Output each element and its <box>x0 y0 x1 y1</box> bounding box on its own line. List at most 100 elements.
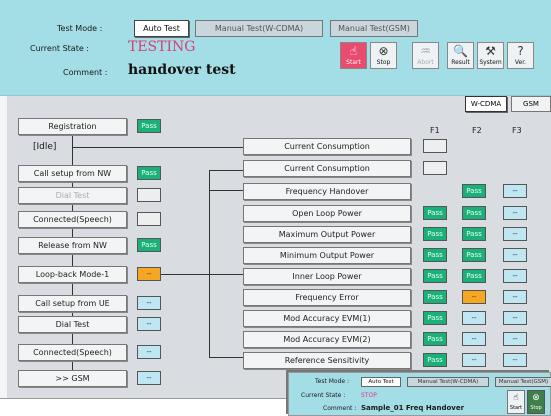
version-button[interactable]: ? Ver. <box>507 42 534 69</box>
column-f2-header: F2 <box>472 126 482 135</box>
measurement-f3-status-badge: -- <box>503 184 527 198</box>
inset-comment-label: Comment : <box>323 405 357 412</box>
stop-icon: ⊗ <box>378 44 389 58</box>
connected-speech-1-status-badge <box>137 212 161 226</box>
measurement-item[interactable]: Reference Sensitivity <box>243 352 411 369</box>
registration-status-badge: Pass <box>137 119 161 133</box>
mode-manual-wcdma-button[interactable]: Manual Test(W-CDMA) <box>195 20 323 37</box>
loopback-connector <box>155 274 243 275</box>
release-from-nw-step[interactable]: Release from NW <box>18 237 127 254</box>
tab-wcdma[interactable]: W-CDMA <box>465 96 507 112</box>
measurement-f2-status-badge: Pass <box>462 206 486 220</box>
bracket-handover-tick <box>209 190 243 191</box>
loopback-status-badge: -- <box>137 267 161 281</box>
measurement-f2-status-badge: Pass <box>462 269 486 283</box>
measurement-f3-status-badge: -- <box>503 248 527 262</box>
measurement-f1-status-badge <box>423 139 447 153</box>
inset-comment-value: Sample_01 Freq Handover <box>361 404 465 412</box>
measurement-item[interactable]: Frequency Handover <box>243 183 411 200</box>
current-state-label: Current State : <box>30 44 90 53</box>
call-setup-ue-status-badge: -- <box>137 296 161 310</box>
inset-mode-wcdma-button[interactable]: Manual Test(W-CDMA) <box>407 377 489 387</box>
measurement-f1-status-badge: Pass <box>423 227 447 241</box>
inset-stop-button[interactable]: ⊗ Stop <box>527 390 545 414</box>
column-f3-header: F3 <box>512 126 522 135</box>
start-button[interactable]: ☝ Start <box>340 42 367 69</box>
system-icon: ⚒ <box>485 44 496 58</box>
measurement-item[interactable]: Mod Accuracy EVM(1) <box>243 310 411 327</box>
release-nw-status-badge: Pass <box>137 238 161 252</box>
measurement-f2-status-badge: -- <box>462 290 486 304</box>
inset-mode-auto-button[interactable]: Auto Test <box>361 377 401 387</box>
result-icon: 🔍 <box>453 44 468 58</box>
gsm-inset-window: Test Mode : Auto Test Manual Test(W-CDMA… <box>288 372 551 416</box>
measurement-f3-status-badge: -- <box>503 332 527 346</box>
middle-bracket-line <box>209 170 210 357</box>
hand-pointer-icon: ☝ <box>349 44 358 58</box>
measurement-f2-status-badge: Pass <box>462 184 486 198</box>
measurement-f2-status-badge: -- <box>462 332 486 346</box>
dial-test-step-2[interactable]: Dial Test <box>18 316 127 333</box>
measurement-item[interactable]: Frequency Error <box>243 289 411 306</box>
call-setup-from-nw-step[interactable]: Call setup from NW <box>18 165 127 182</box>
measurement-f1-status-badge: Pass <box>423 269 447 283</box>
measurement-f2-status-badge: Pass <box>462 227 486 241</box>
connected-speech-step-2[interactable]: Connected(Speech) <box>18 344 127 361</box>
measurement-f3-status-badge: -- <box>503 227 527 241</box>
measurement-f1-status-badge: Pass <box>423 311 447 325</box>
mode-manual-gsm-button[interactable]: Manual Test(GSM) <box>330 20 418 37</box>
inset-stop-icon: ⊗ <box>532 393 540 403</box>
system-button[interactable]: ⚒ System <box>477 42 504 69</box>
left-frame <box>0 96 7 416</box>
measurement-item[interactable]: Open Loop Power <box>243 205 411 222</box>
call-setup-from-ue-step[interactable]: Call setup from UE <box>18 295 127 312</box>
measurement-item[interactable]: Maximum Output Power <box>243 226 411 243</box>
test-mode-label: Test Mode : <box>57 24 103 33</box>
inset-mode-label: Test Mode : <box>315 378 349 385</box>
abort-icon: ♒ <box>420 44 431 58</box>
measurement-f1-status-badge <box>423 161 447 175</box>
measurement-f1-status-badge: Pass <box>423 332 447 346</box>
stop-button[interactable]: ⊗ Stop <box>370 42 397 69</box>
dial-test-2-status-badge: -- <box>137 317 161 331</box>
idle-connector <box>73 147 243 148</box>
dial-test-1-status-badge <box>137 188 161 202</box>
help-icon: ? <box>517 44 524 58</box>
measurement-f2-status-badge: -- <box>462 353 486 367</box>
loopback-mode-step[interactable]: Loop-back Mode-1 <box>18 266 127 283</box>
tab-gsm[interactable]: GSM <box>511 96 551 112</box>
go-to-gsm-step[interactable]: >> GSM <box>18 370 127 387</box>
column-f1-header: F1 <box>430 126 440 135</box>
inset-start-button[interactable]: ☝ Start <box>507 390 525 414</box>
result-button[interactable]: 🔍 Result <box>447 42 474 69</box>
abort-button[interactable]: ♒ Abort <box>412 42 439 69</box>
measurement-f1-status-badge: Pass <box>423 290 447 304</box>
inset-state-label: Current State : <box>301 392 346 399</box>
registration-step[interactable]: Registration <box>18 118 127 135</box>
connected-speech-2-status-badge: -- <box>137 345 161 359</box>
call-setup-nw-status-badge: Pass <box>137 166 161 180</box>
measurement-item[interactable]: Current Consumption <box>243 138 411 155</box>
header-panel: Test Mode : Auto Test Manual Test(W-CDMA… <box>0 0 551 96</box>
current-state-value: TESTING <box>128 39 196 55</box>
measurement-f2-status-badge: Pass <box>462 248 486 262</box>
inset-mode-gsm-button[interactable]: Manual Test(GSM) <box>495 377 551 387</box>
idle-state-label: [Idle] <box>30 142 60 152</box>
measurement-item[interactable]: Mod Accuracy EVM(2) <box>243 331 411 348</box>
measurement-item[interactable]: Inner Loop Power <box>243 268 411 285</box>
status-bar <box>0 398 290 416</box>
measurement-f1-status-badge: Pass <box>423 353 447 367</box>
inset-start-icon: ☝ <box>513 393 519 403</box>
mode-auto-test-button[interactable]: Auto Test <box>134 20 189 37</box>
comment-label: Comment : <box>63 68 108 77</box>
measurement-item[interactable]: Minimum Output Power <box>243 247 411 264</box>
measurement-item[interactable]: Current Consumption <box>243 160 411 177</box>
connected-speech-step-1[interactable]: Connected(Speech) <box>18 211 127 228</box>
measurement-f3-status-badge: -- <box>503 206 527 220</box>
dial-test-step-1[interactable]: Dial Test <box>18 187 127 204</box>
measurement-f1-status-badge: Pass <box>423 206 447 220</box>
comment-value: handover test <box>128 62 236 78</box>
measurement-f3-status-badge: -- <box>503 311 527 325</box>
measurement-f3-status-badge: -- <box>503 353 527 367</box>
bracket-top-tick <box>209 170 243 171</box>
